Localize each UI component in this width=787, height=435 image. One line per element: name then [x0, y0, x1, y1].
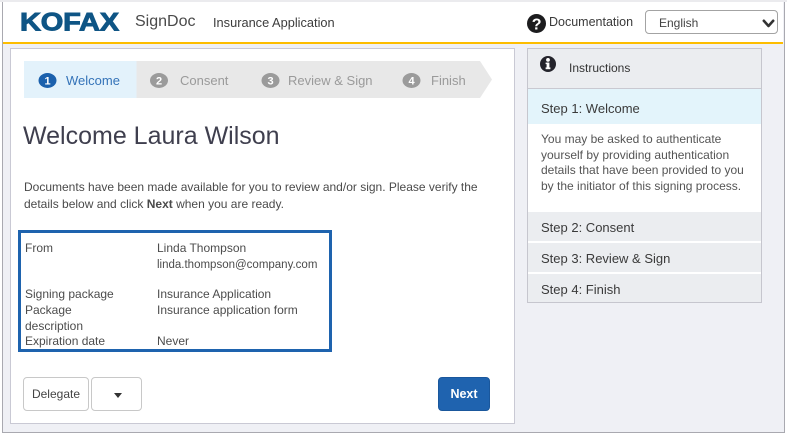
- svg-text:1: 1: [44, 76, 50, 88]
- svg-text:4: 4: [408, 76, 415, 88]
- svg-text:Consent: Consent: [180, 73, 229, 88]
- svg-text:Review & Sign: Review & Sign: [288, 73, 373, 88]
- svg-text:Finish: Finish: [431, 73, 466, 88]
- svg-text:?: ?: [532, 16, 542, 33]
- svg-text:Welcome: Welcome: [66, 73, 120, 88]
- svg-text:2: 2: [156, 76, 162, 88]
- svg-text:3: 3: [267, 76, 273, 88]
